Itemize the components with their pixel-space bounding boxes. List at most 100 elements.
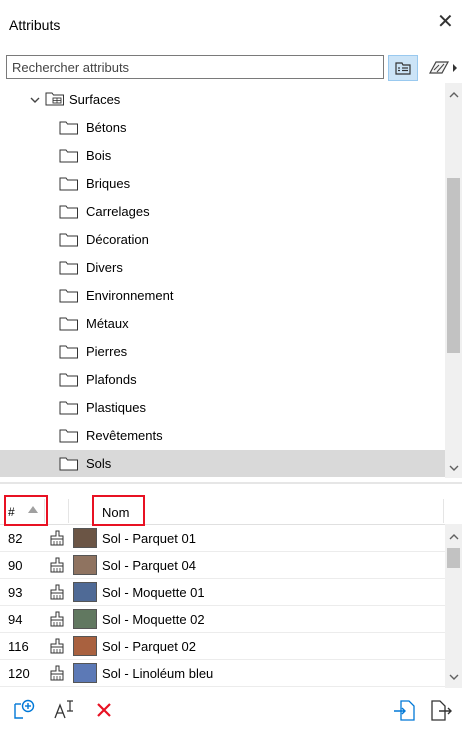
splitter[interactable]: [0, 482, 462, 484]
row-name: Sol - Parquet 04: [102, 558, 196, 573]
folder-icon: [59, 345, 78, 359]
tree-label: Revêtements: [86, 428, 163, 443]
scroll-up-icon[interactable]: [448, 532, 460, 542]
tree-item-divers[interactable]: Divers: [0, 254, 445, 281]
new-attribute-icon: [14, 699, 35, 719]
title-bar: [0, 0, 462, 44]
filter-button[interactable]: [425, 55, 462, 81]
export-button[interactable]: [428, 698, 454, 722]
scroll-down-icon[interactable]: [448, 672, 460, 682]
row-name: Sol - Parquet 01: [102, 531, 196, 546]
brush-icon: [50, 530, 64, 546]
list-row[interactable]: 116 Sol - Parquet 02: [0, 633, 445, 660]
import-button[interactable]: [392, 698, 418, 722]
tree-label: Plastiques: [86, 400, 146, 415]
tree-label: Environnement: [86, 288, 174, 303]
color-swatch: [73, 555, 97, 575]
brush-icon: [50, 557, 64, 573]
tree-item-revetements[interactable]: Revêtements: [0, 422, 445, 449]
color-swatch: [73, 663, 97, 683]
tree-item-pierres[interactable]: Pierres: [0, 338, 445, 365]
scroll-up-icon[interactable]: [448, 90, 460, 100]
tree-label: Bois: [86, 148, 112, 163]
folder-icon: [59, 121, 78, 135]
column-divider[interactable]: [68, 499, 69, 523]
list-scroll-thumb[interactable]: [447, 548, 460, 568]
list-row[interactable]: 93 Sol - Moquette 01: [0, 579, 445, 606]
chevron-down-icon[interactable]: [29, 94, 41, 106]
row-number: 82: [8, 531, 23, 546]
close-icon[interactable]: ✕: [437, 12, 454, 32]
list-view-button[interactable]: [388, 55, 418, 81]
import-icon: [394, 700, 415, 721]
tree-item-surfaces[interactable]: Surfaces: [0, 86, 445, 113]
delete-button[interactable]: [92, 698, 118, 722]
row-name: Sol - Linoléum bleu: [102, 666, 214, 681]
color-swatch: [73, 636, 97, 656]
brush-icon: [50, 638, 64, 654]
column-divider[interactable]: [443, 499, 444, 523]
tree-item-metaux[interactable]: Métaux: [0, 310, 445, 337]
row-name: Sol - Moquette 01: [102, 585, 205, 600]
tree-item-environnement[interactable]: Environnement: [0, 282, 445, 309]
tree-item-plafonds[interactable]: Plafonds: [0, 366, 445, 393]
tree-label: Divers: [86, 260, 123, 275]
surfaces-folder-icon: [45, 92, 64, 106]
list-view-icon: [395, 62, 411, 75]
delete-icon: [97, 703, 111, 717]
folder-icon: [59, 177, 78, 191]
folder-icon: [59, 261, 78, 275]
folder-icon: [59, 457, 78, 471]
row-number: 90: [8, 558, 23, 573]
color-swatch: [73, 582, 97, 602]
brush-icon: [50, 665, 64, 681]
scroll-down-icon[interactable]: [448, 463, 460, 473]
row-number: 94: [8, 612, 23, 627]
tree-label: Sols: [86, 456, 112, 471]
row-name: Sol - Parquet 02: [102, 639, 196, 654]
row-number: 120: [8, 666, 30, 681]
row-number: 116: [8, 639, 29, 654]
folder-icon: [59, 429, 78, 443]
tree-label: Bétons: [86, 120, 127, 135]
folder-tree: Surfaces Bétons Bois Briques Carrelages …: [0, 83, 445, 478]
tree-label: Décoration: [86, 232, 149, 247]
tree-label-surfaces: Surfaces: [69, 92, 121, 107]
list-row[interactable]: 94 Sol - Moquette 02: [0, 606, 445, 633]
tree-item-plastiques[interactable]: Plastiques: [0, 394, 445, 421]
search-input[interactable]: [7, 56, 383, 78]
tree-scroll-thumb[interactable]: [447, 178, 460, 353]
tree-label: Métaux: [86, 316, 129, 331]
folder-icon: [59, 317, 78, 331]
tree-label: Briques: [86, 176, 131, 191]
folder-icon: [59, 233, 78, 247]
filter-icon: [428, 61, 457, 74]
list-row[interactable]: 90 Sol - Parquet 04: [0, 552, 445, 579]
tree-item-sols[interactable]: Sols: [0, 450, 445, 477]
new-attribute-button[interactable]: [12, 698, 38, 722]
row-name: Sol - Moquette 02: [102, 612, 205, 627]
attribute-list: 82 Sol - Parquet 01 90 Sol - Parquet 04 …: [0, 525, 445, 688]
tree-item-betons[interactable]: Bétons: [0, 114, 445, 141]
search-box[interactable]: [6, 55, 384, 79]
rename-icon: [54, 700, 73, 719]
export-icon: [431, 700, 452, 721]
rename-button[interactable]: [52, 698, 78, 722]
color-swatch: [73, 609, 97, 629]
tree-item-decoration[interactable]: Décoration: [0, 226, 445, 253]
brush-icon: [50, 611, 64, 627]
folder-icon: [59, 149, 78, 163]
folder-icon: [59, 373, 78, 387]
tree-item-bois[interactable]: Bois: [0, 142, 445, 169]
folder-icon: [59, 289, 78, 303]
tree-label: Carrelages: [86, 204, 150, 219]
tree-item-briques[interactable]: Briques: [0, 170, 445, 197]
tree-item-carrelages[interactable]: Carrelages: [0, 198, 445, 225]
highlight-box-number: [4, 495, 48, 526]
row-number: 93: [8, 585, 23, 600]
folder-icon: [59, 401, 78, 415]
list-row[interactable]: 82 Sol - Parquet 01: [0, 525, 445, 552]
highlight-box-name: [92, 495, 145, 526]
color-swatch: [73, 528, 97, 548]
list-row[interactable]: 120 Sol - Linoléum bleu: [0, 660, 445, 687]
